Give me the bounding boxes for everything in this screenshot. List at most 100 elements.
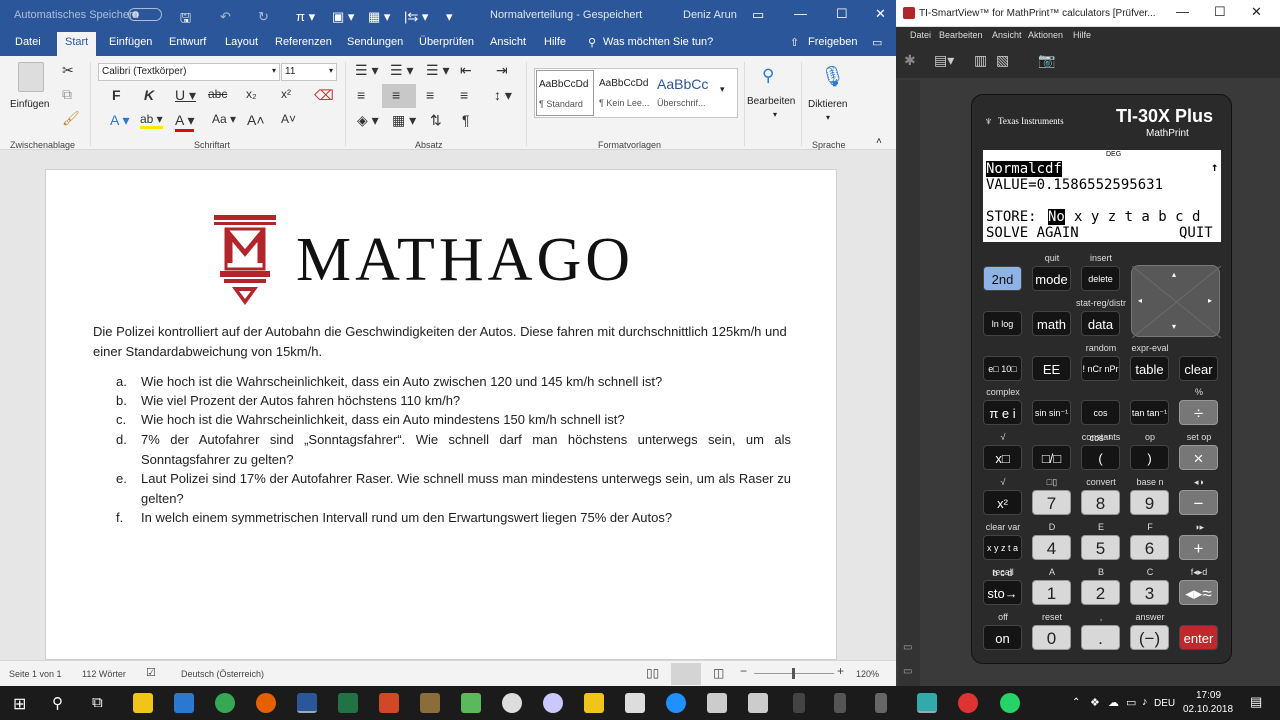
firefox-icon[interactable] xyxy=(256,693,276,713)
word-count[interactable]: 112 Wörter xyxy=(82,669,126,679)
calc-key[interactable]: 7 xyxy=(1032,490,1071,515)
page-count[interactable]: Seite 1 von 1 xyxy=(9,669,62,679)
tray-up-icon[interactable]: ⌃ xyxy=(1072,697,1080,708)
app-icon-4[interactable] xyxy=(584,693,604,713)
arrow-left-icon[interactable]: ◂ xyxy=(1138,296,1142,305)
calc-icon-1[interactable] xyxy=(793,693,805,713)
onedrive-icon[interactable]: ☁ xyxy=(1108,696,1119,709)
paste-button[interactable]: Einfügen xyxy=(10,99,49,110)
ti-tool1-icon[interactable]: ✱ xyxy=(904,52,916,69)
tab-datei[interactable]: Datei xyxy=(15,36,41,48)
calc-key[interactable]: 9 xyxy=(1130,490,1169,515)
tab-entwurf[interactable]: Entwurf xyxy=(169,36,206,48)
align-center-button[interactable]: ≡ xyxy=(382,84,416,108)
strikethrough-button[interactable]: abc xyxy=(208,87,227,101)
calc-key[interactable]: delete xyxy=(1081,266,1120,291)
calc-key[interactable]: 2 xyxy=(1081,580,1120,605)
edit-button[interactable]: Bearbeiten xyxy=(747,96,795,107)
font-color-icon[interactable]: A ▾ xyxy=(175,112,195,132)
proofing-icon[interactable]: ☑ xyxy=(146,666,156,679)
ti-close-icon[interactable]: ✕ xyxy=(1251,4,1262,20)
calc-key[interactable]: ( xyxy=(1081,445,1120,470)
calc-key[interactable]: 2nd xyxy=(983,266,1022,291)
calc-key[interactable]: 6 xyxy=(1130,535,1169,560)
calc-key[interactable]: 0 xyxy=(1032,625,1071,650)
word-taskbar-icon[interactable] xyxy=(297,693,317,713)
highlight-icon[interactable]: ab ▾ xyxy=(140,112,163,129)
zoom-in-icon[interactable]: + xyxy=(837,664,844,678)
justify-icon[interactable]: ≡ xyxy=(460,87,468,103)
calc-key[interactable]: sto→ xyxy=(983,580,1022,605)
tab-hilfe[interactable]: Hilfe xyxy=(544,36,566,48)
calc-key[interactable]: x□ xyxy=(983,445,1022,470)
app-icon-2[interactable] xyxy=(502,693,522,713)
ti-keypress-icon[interactable]: ▧ xyxy=(996,52,1009,69)
tab-ansicht[interactable]: Ansicht xyxy=(490,36,526,48)
ti-menu-hilfe[interactable]: Hilfe xyxy=(1073,30,1091,40)
redo-icon[interactable]: ↻ xyxy=(258,9,269,25)
calc-key[interactable]: × xyxy=(1179,445,1218,470)
input-language[interactable]: DEU xyxy=(1154,698,1175,709)
calc-key[interactable]: (−) xyxy=(1130,625,1169,650)
tab-start[interactable]: Start xyxy=(57,32,97,56)
network-icon[interactable]: ▭ xyxy=(1126,696,1136,709)
microphone-icon[interactable]: 🎙 xyxy=(820,64,845,89)
start-icon[interactable]: ⊞ xyxy=(13,694,26,714)
save-icon[interactable]: 🖫 xyxy=(180,9,191,31)
share-button[interactable]: Freigeben xyxy=(808,36,858,48)
calc-key[interactable]: 3 xyxy=(1130,580,1169,605)
decrease-indent-icon[interactable]: ⇤ xyxy=(460,62,472,79)
zoom-level[interactable]: 120% xyxy=(856,669,879,679)
calc-key[interactable]: mode xyxy=(1032,266,1071,291)
calc-key[interactable]: x y z t a b c d xyxy=(983,535,1022,578)
excel-icon[interactable] xyxy=(338,693,358,713)
app-icon-3[interactable] xyxy=(543,693,563,713)
calc-key[interactable]: ) xyxy=(1130,445,1169,470)
undo-icon[interactable]: ↶ xyxy=(220,9,231,25)
sort-icon[interactable]: ⇅ xyxy=(430,112,442,129)
calc-key[interactable]: ◂▸≈ xyxy=(1179,580,1218,605)
maximize-icon[interactable]: ☐ xyxy=(836,6,848,22)
style-no-spacing[interactable]: AaBbCcDd ¶ Kein Lee... xyxy=(597,70,655,116)
paste-icon[interactable] xyxy=(18,62,44,92)
customize-qat-icon[interactable]: ▾ xyxy=(446,9,453,25)
calc-key[interactable]: data xyxy=(1081,311,1120,336)
multilevel-list-icon[interactable]: ☰ ▾ xyxy=(426,62,449,79)
calc-key[interactable]: on xyxy=(983,625,1022,650)
share-icon[interactable]: ⇧ xyxy=(790,36,799,49)
ribbon-options-icon[interactable]: ▭ xyxy=(752,7,764,23)
volume-icon[interactable]: ♪ xyxy=(1142,696,1148,708)
tab-sendungen[interactable]: Sendungen xyxy=(347,36,403,48)
camera-icon[interactable]: 📷 xyxy=(1038,52,1055,69)
autosave-toggle[interactable] xyxy=(128,8,162,21)
web-layout-icon[interactable]: ◫ xyxy=(713,666,724,680)
ti-menu-datei[interactable]: Datei xyxy=(910,30,931,40)
ti-minimize-icon[interactable]: — xyxy=(1176,4,1189,19)
shading-icon[interactable]: ◈ ▾ xyxy=(357,112,379,129)
app-icon-1[interactable] xyxy=(420,693,440,713)
calc-key[interactable]: 4 xyxy=(1032,535,1071,560)
bold-button[interactable]: F xyxy=(112,87,121,103)
calc-key[interactable]: math xyxy=(1032,311,1071,336)
align-right-icon[interactable]: ≡ xyxy=(426,87,434,103)
grow-font-icon[interactable]: A˄ xyxy=(247,112,265,128)
app-icon-8[interactable] xyxy=(748,693,768,713)
cut-icon[interactable]: ✂ xyxy=(62,62,74,79)
bullets-icon[interactable]: ☰ ▾ xyxy=(355,62,378,79)
styles-more-icon[interactable]: ▾ xyxy=(720,84,725,95)
calc-key[interactable]: clear xyxy=(1179,356,1218,381)
tab-layout[interactable]: Layout xyxy=(225,36,258,48)
dictate-button[interactable]: Diktieren xyxy=(808,99,847,110)
search-icon[interactable]: ⚲ xyxy=(588,36,596,49)
arrow-up-icon[interactable]: ▴ xyxy=(1172,270,1176,279)
smartview-icon[interactable] xyxy=(917,693,937,713)
comments-icon[interactable]: ▭ xyxy=(872,36,882,49)
arrow-right-icon[interactable]: ▸ xyxy=(1208,296,1212,305)
numbering-icon[interactable]: ☰ ▾ xyxy=(390,62,413,79)
find-icon[interactable]: ⚲ xyxy=(762,66,774,86)
arrow-pad[interactable]: ▴ ▾ ◂ ▸ xyxy=(1131,265,1221,338)
clear-formatting-icon[interactable]: ⌫ xyxy=(314,87,334,104)
tab-referenzen[interactable]: Referenzen xyxy=(275,36,332,48)
frame-icon[interactable]: ▣ ▾ xyxy=(332,9,354,25)
taskbar-search-icon[interactable]: ⚲ xyxy=(52,694,63,712)
